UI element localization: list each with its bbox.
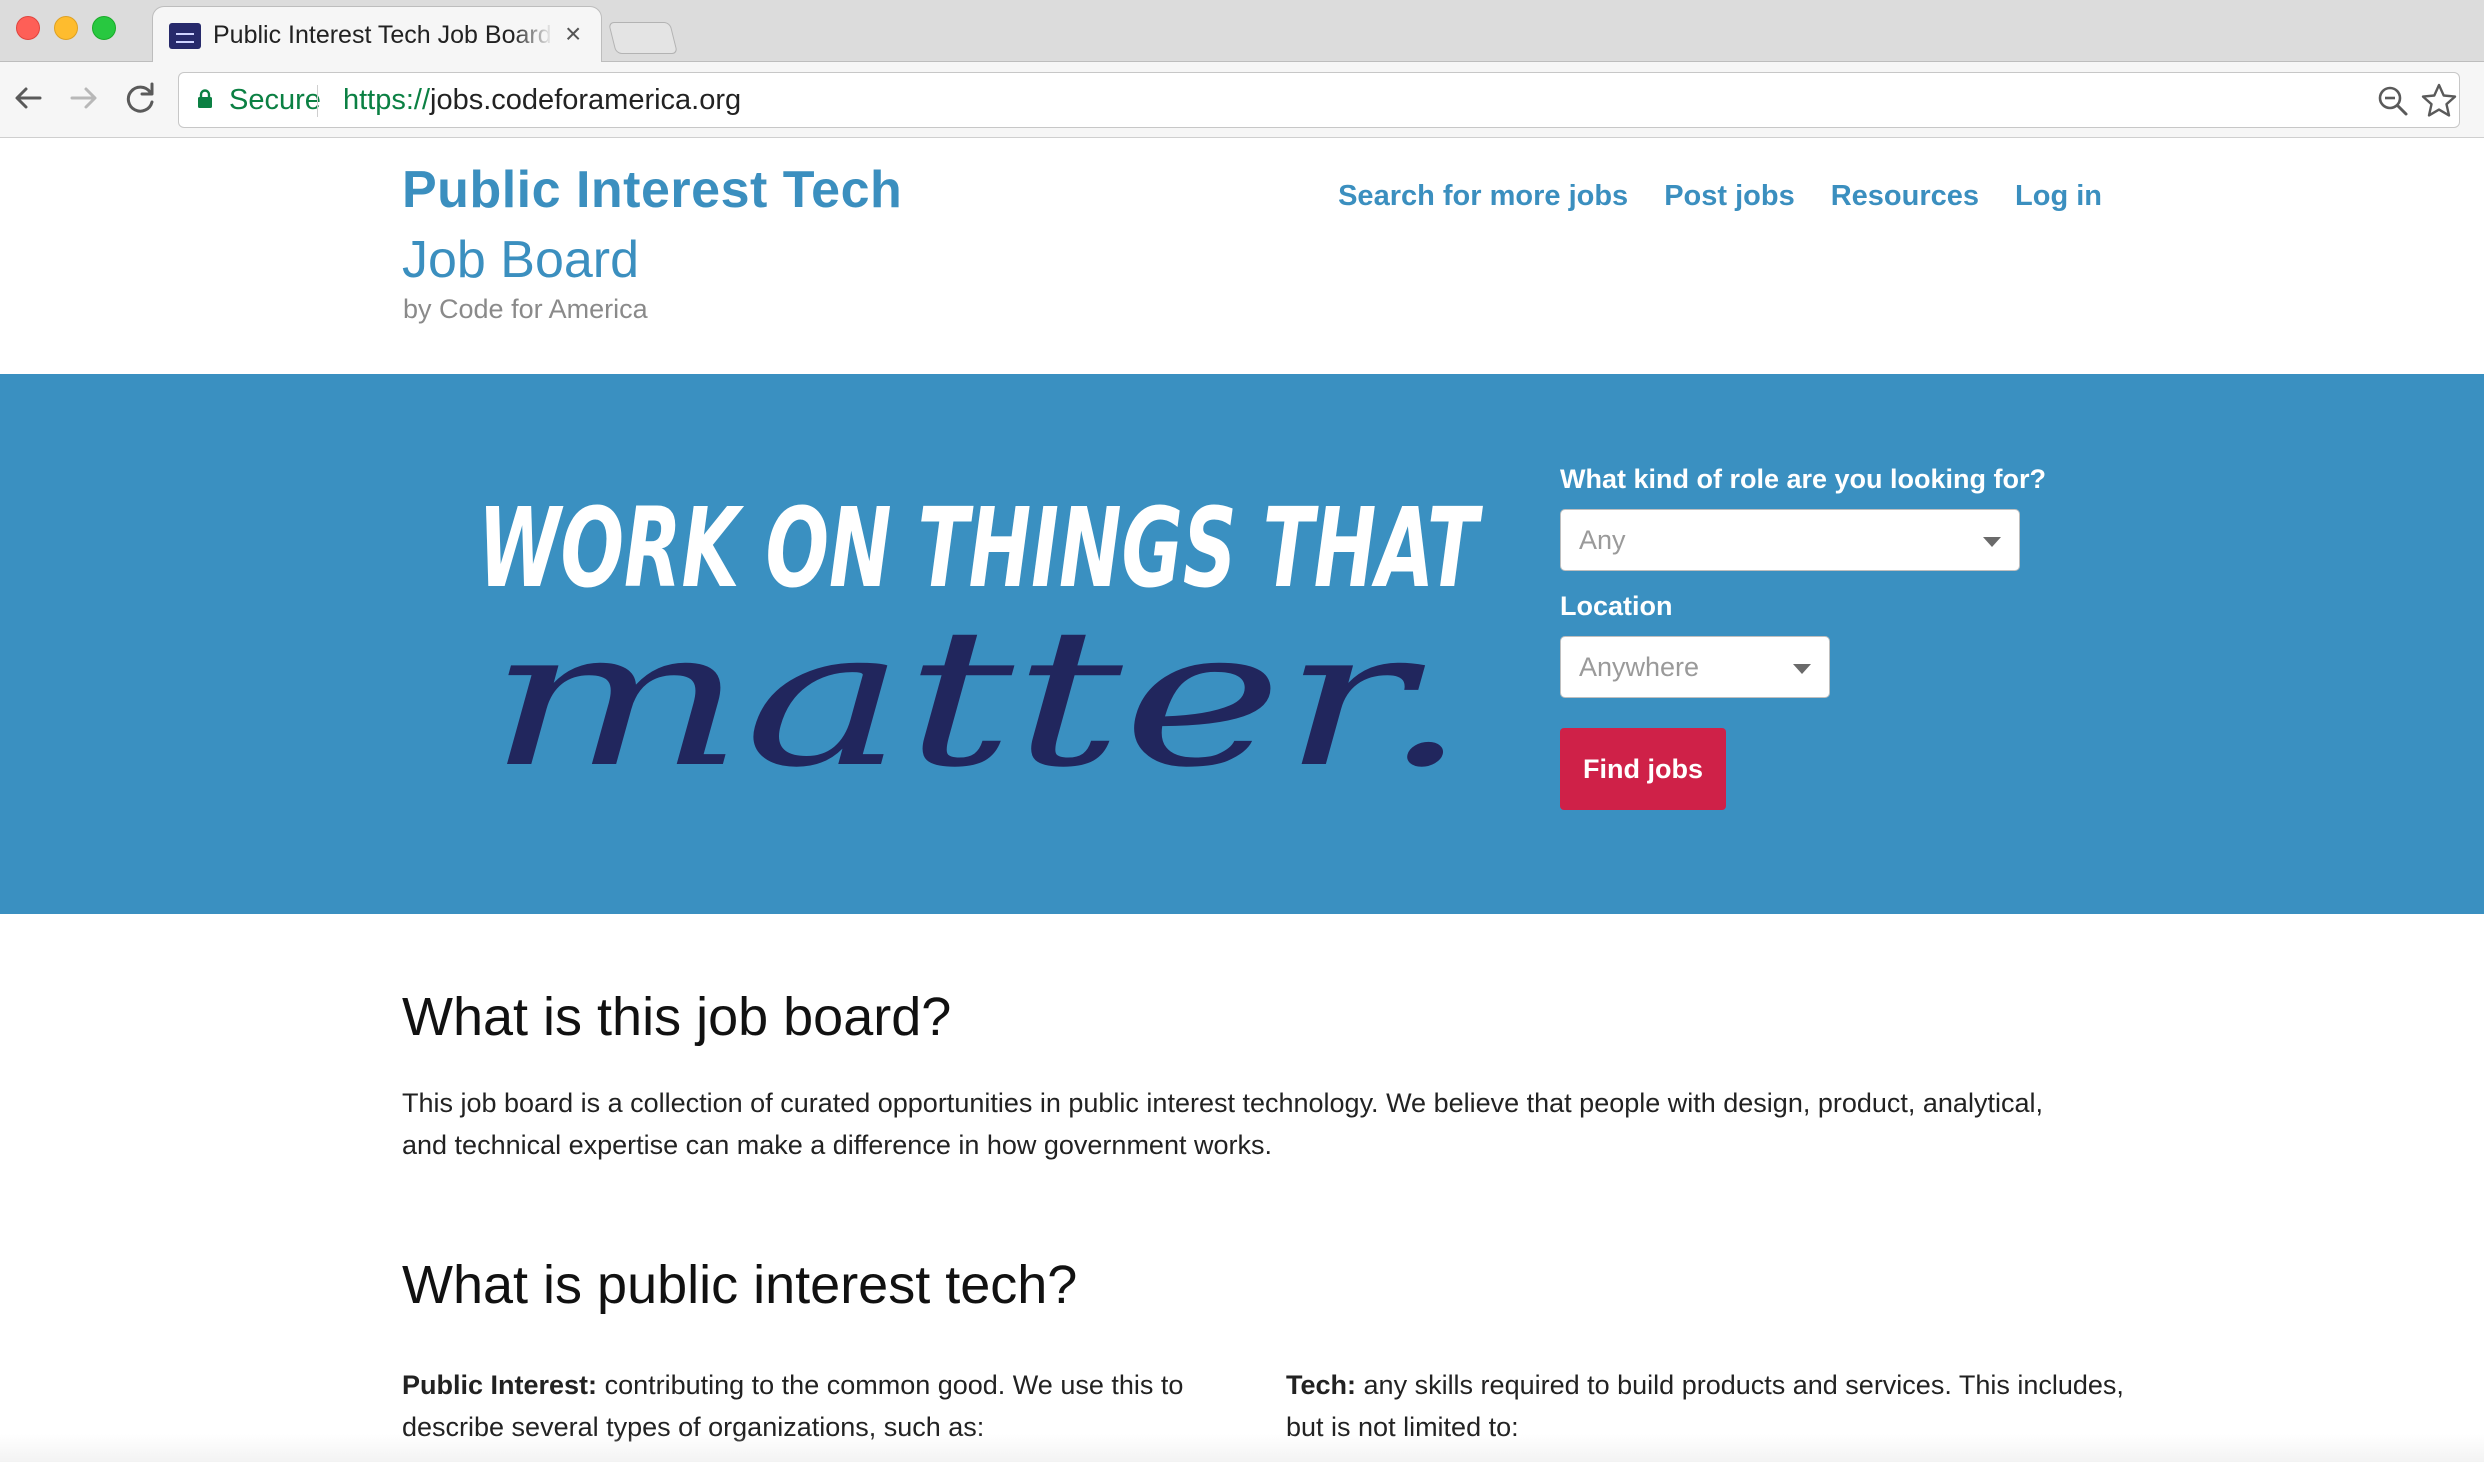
site-title[interactable]: Public Interest Tech xyxy=(402,160,902,220)
intro-paragraph: This job board is a collection of curate… xyxy=(402,1088,2043,1160)
new-tab-button[interactable] xyxy=(608,22,678,54)
address-separator xyxy=(317,85,318,117)
location-select[interactable]: Anywhere xyxy=(1560,636,1830,698)
role-select-value: Any xyxy=(1579,525,1626,555)
tab-title: Public Interest Tech Job Board xyxy=(213,21,553,50)
location-select-value: Anywhere xyxy=(1579,652,1700,682)
top-nav: Search for more jobs Post jobs Resources… xyxy=(1338,180,2102,213)
nav-log-in[interactable]: Log in xyxy=(2015,180,2102,213)
address-bar[interactable]: Secure https://jobs.codeforamerica.org xyxy=(178,72,2460,128)
site-header: Public Interest Tech Job Board by Code f… xyxy=(0,138,2484,374)
window-minimize-button[interactable] xyxy=(54,16,78,40)
url-text[interactable]: https://jobs.codeforamerica.org xyxy=(343,84,741,117)
nav-search-more-jobs[interactable]: Search for more jobs xyxy=(1338,180,1628,213)
tagline-script: matter. xyxy=(488,588,1468,809)
site-favicon-icon xyxy=(169,23,201,49)
heading-what-is-public-interest-tech: What is public interest tech? xyxy=(402,1255,1078,1315)
secure-label: Secure xyxy=(229,84,321,116)
browser-tab[interactable]: Public Interest Tech Job Board × xyxy=(152,6,602,64)
hero-tagline-art: WORK ON THINGS THAT matter. xyxy=(478,484,1483,809)
back-arrow-icon[interactable] xyxy=(6,76,50,120)
public-interest-term: Public Interest: xyxy=(402,1370,598,1400)
browser-toolbar: Secure https://jobs.codeforamerica.org xyxy=(0,62,2484,138)
job-search-form: What kind of role are you looking for? A… xyxy=(1560,464,2120,810)
tab-close-icon[interactable]: × xyxy=(565,20,581,48)
role-label: What kind of role are you looking for? xyxy=(1560,464,2047,494)
zoom-icon[interactable] xyxy=(2375,83,2411,119)
window-zoom-button[interactable] xyxy=(92,16,116,40)
nav-resources[interactable]: Resources xyxy=(1831,180,1979,213)
tech-text: any skills required to build products an… xyxy=(1286,1370,2124,1442)
reload-icon[interactable] xyxy=(118,76,162,120)
browser-tabstrip: Public Interest Tech Job Board × xyxy=(0,0,2484,64)
window-close-button[interactable] xyxy=(16,16,40,40)
tech-term: Tech: xyxy=(1286,1370,1357,1400)
url-host: jobs.codeforamerica.org xyxy=(430,84,742,116)
role-select[interactable]: Any xyxy=(1560,509,2020,571)
chevron-down-icon xyxy=(1793,664,1811,674)
star-icon[interactable] xyxy=(2419,81,2459,121)
forward-arrow-icon[interactable] xyxy=(62,76,106,120)
location-label: Location xyxy=(1560,591,1673,621)
nav-post-jobs[interactable]: Post jobs xyxy=(1664,180,1795,213)
url-scheme: https:// xyxy=(343,84,431,116)
hero-banner: WORK ON THINGS THAT matter. What kind of… xyxy=(0,374,2484,914)
site-subtitle[interactable]: Job Board xyxy=(402,230,639,290)
heading-what-is-job-board: What is this job board? xyxy=(402,987,952,1047)
find-jobs-button[interactable]: Find jobs xyxy=(1560,728,1726,810)
site-byline: by Code for America xyxy=(403,294,648,324)
scroll-fade xyxy=(0,1434,2484,1462)
lock-icon xyxy=(198,89,212,108)
chevron-down-icon xyxy=(1983,537,2001,547)
